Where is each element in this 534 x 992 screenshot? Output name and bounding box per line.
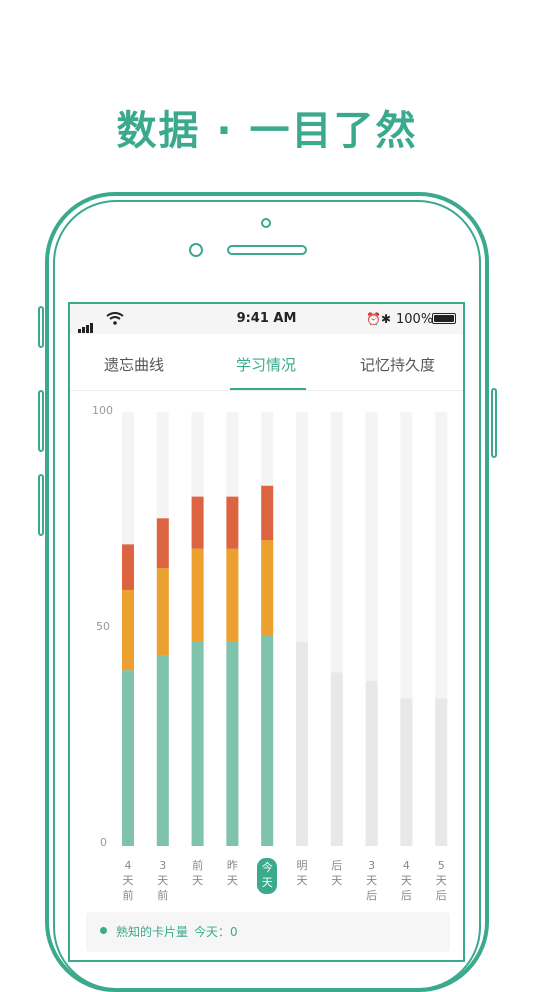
- earpiece-speaker: [227, 245, 307, 255]
- bar-learning: [122, 589, 134, 671]
- bar-known: [156, 655, 169, 846]
- bar-known: [226, 642, 239, 846]
- bar-hard: [191, 496, 204, 549]
- volume-up-button: [38, 390, 44, 452]
- x-tick-label: 前 天: [192, 859, 204, 887]
- chart-bars: [122, 412, 448, 846]
- bar-forecast: [400, 698, 413, 846]
- x-tick-label: 3 天 后: [366, 859, 378, 902]
- bar-hard: [226, 496, 239, 549]
- x-tick-label: 后 天: [331, 859, 343, 887]
- volume-down-button: [38, 474, 44, 536]
- battery-icon: [432, 313, 456, 324]
- legend-label: 熟知的卡片量: [116, 925, 189, 939]
- bar-hard: [122, 544, 134, 590]
- x-tick-label: 3 天 前: [157, 859, 169, 902]
- status-bar: 9:41 AM ⏰ ✱ 100%: [70, 304, 463, 334]
- bar-forecast: [435, 698, 448, 846]
- tab-bar: 遗忘曲线 学习情况 记忆持久度: [70, 334, 463, 391]
- page-headline: 数据 · 一目了然: [116, 108, 418, 154]
- legend-today-count: 今天：0: [194, 925, 238, 939]
- bar-known: [191, 642, 204, 846]
- x-tick-label: 明 天: [296, 859, 308, 887]
- study-chart: 100 50 0 4 天 前3 天 前前 天昨 天今 天明 天后 天3 天 后4…: [70, 390, 463, 910]
- bar-learning: [261, 540, 274, 636]
- bar-forecast: [296, 642, 308, 846]
- bar-known: [122, 670, 134, 846]
- front-camera: [189, 243, 203, 257]
- bar-forecast: [365, 681, 378, 846]
- legend-marker: [100, 927, 107, 934]
- bar-learning: [226, 548, 239, 643]
- bar-known: [261, 635, 274, 846]
- battery-percentage: 100%: [396, 312, 434, 327]
- x-tick-label: 昨 天: [226, 859, 238, 887]
- phone-screen: 9:41 AM ⏰ ✱ 100% 遗忘曲线 学习情况 记忆持久度 100 50 …: [68, 302, 465, 962]
- bar-learning: [191, 548, 204, 643]
- x-tick-label: 5 天 后: [435, 859, 447, 902]
- bluetooth-icon: ✱: [381, 312, 392, 326]
- silent-switch: [38, 306, 44, 348]
- chart-legend: 熟知的卡片量 今天：0: [86, 912, 450, 952]
- tab-memory-duration[interactable]: 记忆持久度: [360, 354, 435, 375]
- bar-forecast: [330, 672, 343, 846]
- bar-hard: [261, 485, 274, 541]
- bar-hard: [156, 518, 169, 569]
- tab-study-status[interactable]: 学习情况: [236, 354, 296, 375]
- tab-forgetting-curve[interactable]: 遗忘曲线: [104, 354, 164, 375]
- alarm-icon: ⏰: [366, 312, 381, 326]
- x-tick-label: 4 天 后: [400, 859, 412, 902]
- power-button: [491, 388, 497, 458]
- proximity-sensor: [261, 218, 271, 228]
- x-tick-label: 4 天 前: [122, 859, 134, 902]
- bar-learning: [156, 568, 169, 656]
- x-tick-label: 今 天: [257, 858, 278, 894]
